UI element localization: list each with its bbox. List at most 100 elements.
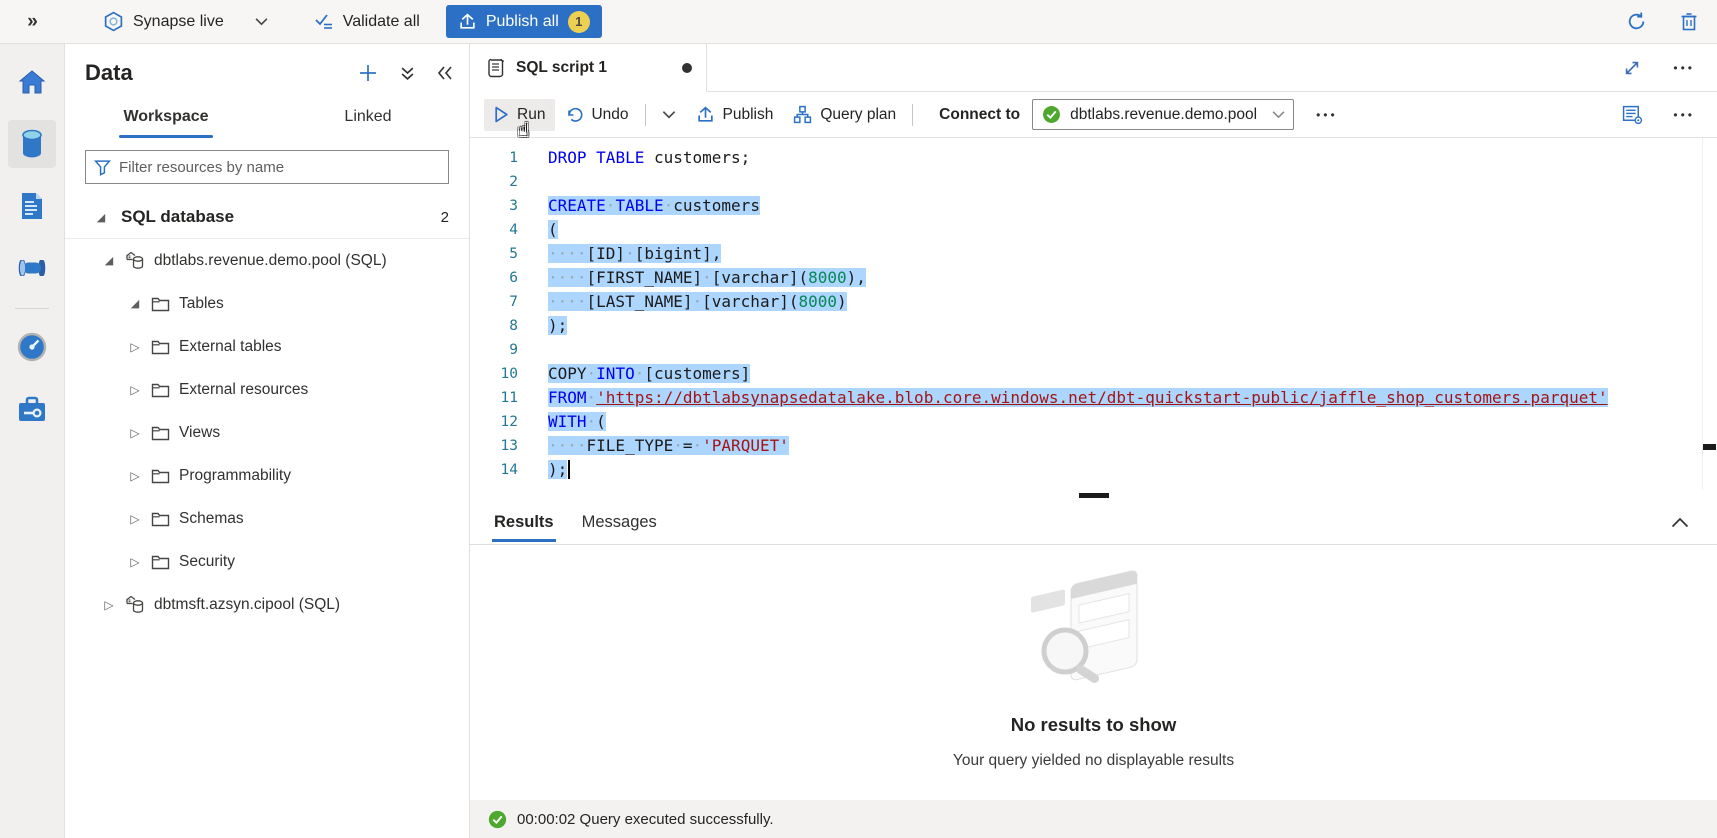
tree-collapsed-icon[interactable]: ▷: [101, 598, 117, 612]
tab-linked[interactable]: Linked: [267, 96, 469, 138]
tree-collapsed-icon[interactable]: ▷: [127, 340, 143, 354]
nav-integrate[interactable]: [8, 244, 56, 292]
empty-results-title: No results to show: [1011, 714, 1177, 736]
code-line-11[interactable]: 11FROM·'https://dbtlabsynapsedatalake.bl…: [470, 386, 1717, 410]
database-count: 2: [441, 209, 449, 226]
splitter-drag-handle[interactable]: [1079, 493, 1109, 498]
folder-icon: [151, 468, 170, 484]
tab-sql-script-1[interactable]: SQL script 1: [470, 44, 707, 92]
tree-collapsed-icon[interactable]: ▷: [127, 383, 143, 397]
validate-label: Validate all: [343, 13, 420, 31]
toolbar-divider: [912, 104, 913, 126]
view-settings-icon[interactable]: [1620, 103, 1645, 127]
expand-rail-icon[interactable]: »: [0, 11, 65, 33]
publish-count-badge: 1: [568, 11, 590, 33]
results-panel: No results to show Your query yielded no…: [470, 544, 1717, 800]
line-number: 9: [470, 338, 518, 362]
tab-more-icon[interactable]: •••: [1669, 57, 1699, 79]
tree-expanded-icon[interactable]: ◢: [101, 254, 117, 267]
sql-code-editor[interactable]: 1DROP TABLE customers;23CREATE·TABLE·cus…: [470, 138, 1717, 490]
editor-scrollbar[interactable]: [1702, 138, 1703, 490]
tree-item-dbtmsft-azsyn-cipool-sql-[interactable]: ▷ dbtmsft.azsyn.cipool (SQL): [65, 583, 469, 626]
validate-all-button[interactable]: Validate all: [314, 12, 420, 31]
results-tabbar: Results Messages: [470, 500, 1717, 544]
tree-expanded-icon[interactable]: ◢: [127, 297, 143, 310]
code-line-9[interactable]: 9: [470, 338, 1717, 362]
filter-input[interactable]: [119, 159, 440, 176]
code-line-4[interactable]: 4(: [470, 218, 1717, 242]
code-line-10[interactable]: 10COPY·INTO·[customers]: [470, 362, 1717, 386]
tree-collapsed-icon[interactable]: ▷: [127, 469, 143, 483]
status-message: 00:00:02 Query executed successfully.: [517, 811, 774, 828]
tree-collapsed-icon[interactable]: ▷: [127, 426, 143, 440]
scrollbar-cursor-mark: [1703, 444, 1716, 450]
code-line-12[interactable]: 12WITH·(: [470, 410, 1717, 434]
tree-root-sql-database[interactable]: ◢ SQL database 2: [65, 198, 469, 236]
code-line-13[interactable]: 13····FILE_TYPE·=·'PARQUET': [470, 434, 1717, 458]
tab-messages[interactable]: Messages: [568, 505, 671, 540]
panel-title: Data: [85, 60, 133, 86]
line-number: 1: [470, 146, 518, 170]
line-number: 11: [470, 386, 518, 410]
tab-results[interactable]: Results: [480, 505, 568, 540]
tree-item-schemas[interactable]: ▷Schemas: [65, 497, 469, 540]
tree-item-tables[interactable]: ◢Tables: [65, 282, 469, 325]
tree-item-external-resources[interactable]: ▷External resources: [65, 368, 469, 411]
run-options-chevron-icon[interactable]: [652, 103, 686, 126]
sql-pool-icon: [125, 251, 145, 270]
folder-icon: [151, 425, 170, 441]
collapse-panel-icon[interactable]: [435, 64, 455, 82]
tree-collapsed-icon[interactable]: ▷: [127, 555, 143, 569]
code-line-3[interactable]: 3CREATE·TABLE·customers: [470, 194, 1717, 218]
add-resource-icon[interactable]: [356, 61, 380, 85]
tree-item-views[interactable]: ▷Views: [65, 411, 469, 454]
pool-name: dbtlabs.revenue.demo.pool: [1070, 106, 1257, 124]
query-plan-button[interactable]: Query plan: [783, 98, 906, 131]
code-line-7[interactable]: 7····[LAST_NAME]·[varchar](8000): [470, 290, 1717, 314]
tree-item-dbtlabs-revenue-demo-pool-sql-[interactable]: ◢dbtlabs.revenue.demo.pool (SQL): [65, 239, 469, 282]
code-line-8[interactable]: 8);: [470, 314, 1717, 338]
connect-pool-dropdown[interactable]: dbtlabs.revenue.demo.pool: [1032, 99, 1294, 130]
toolbar-more-icon[interactable]: •••: [1312, 104, 1342, 126]
no-results-illustration: [1019, 567, 1169, 700]
code-line-6[interactable]: 6····[FIRST_NAME]·[varchar](8000),: [470, 266, 1717, 290]
folder-icon: [151, 554, 170, 570]
tree-expanded-icon[interactable]: ◢: [93, 211, 109, 224]
expand-all-icon[interactable]: [398, 64, 417, 83]
publish-button[interactable]: Publish: [686, 98, 784, 131]
expand-editor-icon[interactable]: [1621, 57, 1643, 79]
chevron-down-icon[interactable]: [255, 13, 268, 31]
document-tabbar: SQL script 1 •••: [470, 44, 1717, 92]
tree-item-external-tables[interactable]: ▷External tables: [65, 325, 469, 368]
code-line-2[interactable]: 2: [470, 170, 1717, 194]
synapse-live-dropdown[interactable]: Synapse live: [103, 11, 268, 32]
tree-item-programmability[interactable]: ▷Programmability: [65, 454, 469, 497]
tree-collapsed-icon[interactable]: ▷: [127, 512, 143, 526]
run-button[interactable]: Run: [484, 99, 555, 131]
tab-workspace[interactable]: Workspace: [65, 96, 267, 138]
discard-trash-icon[interactable]: [1677, 9, 1701, 34]
nav-monitor[interactable]: [8, 323, 56, 371]
undo-button[interactable]: Undo: [555, 99, 638, 131]
script-toolbar: ☝ Run Undo Publish Query plan Con: [470, 92, 1717, 138]
publish-all-button[interactable]: Publish all 1: [446, 5, 602, 38]
refresh-icon[interactable]: [1624, 9, 1649, 34]
code-line-5[interactable]: 5····[ID]·[bigint],: [470, 242, 1717, 266]
nav-home[interactable]: [8, 58, 56, 106]
publish-icon: [458, 12, 477, 31]
mode-label: Synapse live: [133, 13, 224, 31]
data-explorer-panel: Data Workspace Linked: [65, 44, 470, 838]
code-line-14[interactable]: 14);: [470, 458, 1717, 482]
code-line-1[interactable]: 1DROP TABLE customers;: [470, 146, 1717, 170]
collapse-results-chevron-icon[interactable]: [1669, 515, 1691, 530]
tree-item-label: dbtmsft.azsyn.cipool (SQL): [154, 596, 340, 614]
script-icon: [486, 57, 506, 79]
nav-data[interactable]: [8, 120, 56, 168]
nav-develop[interactable]: [8, 182, 56, 230]
tree-item-security[interactable]: ▷Security: [65, 540, 469, 583]
connected-status-icon: [1042, 105, 1061, 124]
editor-more-icon[interactable]: •••: [1669, 104, 1699, 126]
toolbar-divider: [645, 104, 646, 126]
nav-manage[interactable]: [8, 385, 56, 433]
folder-icon: [151, 382, 170, 398]
